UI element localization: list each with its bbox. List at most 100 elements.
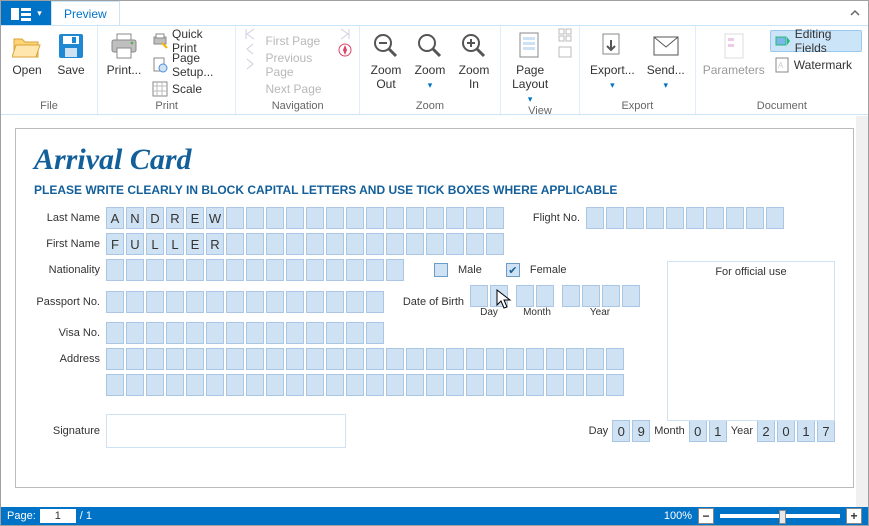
char-cell[interactable] <box>726 207 744 229</box>
export-button[interactable]: Export...▾ <box>586 28 639 92</box>
char-cell[interactable] <box>186 291 204 313</box>
char-cell[interactable] <box>286 374 304 396</box>
char-cell[interactable] <box>346 207 364 229</box>
char-cell[interactable] <box>346 259 364 281</box>
char-cell[interactable] <box>106 259 124 281</box>
field-nationality[interactable] <box>106 259 404 281</box>
char-cell[interactable] <box>466 233 484 255</box>
scale-button[interactable]: Scale <box>148 78 229 100</box>
char-cell[interactable] <box>426 374 444 396</box>
char-cell[interactable] <box>526 374 544 396</box>
char-cell[interactable] <box>326 291 344 313</box>
char-cell[interactable] <box>426 233 444 255</box>
char-cell[interactable] <box>386 207 404 229</box>
char-cell[interactable] <box>166 374 184 396</box>
zoom-minus-button[interactable]: − <box>698 508 714 524</box>
char-cell[interactable]: N <box>126 207 144 229</box>
char-cell[interactable]: U <box>126 233 144 255</box>
char-cell[interactable] <box>346 291 364 313</box>
char-cell[interactable] <box>606 348 624 370</box>
char-cell[interactable] <box>106 374 124 396</box>
char-cell[interactable] <box>326 259 344 281</box>
char-cell[interactable] <box>106 322 124 344</box>
char-cell[interactable] <box>286 233 304 255</box>
char-cell[interactable] <box>386 259 404 281</box>
char-cell[interactable] <box>346 233 364 255</box>
field-visa[interactable] <box>106 322 384 344</box>
char-cell[interactable] <box>366 259 384 281</box>
char-cell[interactable]: 7 <box>817 420 835 442</box>
char-cell[interactable] <box>246 374 264 396</box>
send-button[interactable]: Send...▾ <box>643 28 689 92</box>
char-cell[interactable] <box>486 207 504 229</box>
char-cell[interactable] <box>146 322 164 344</box>
char-cell[interactable] <box>266 348 284 370</box>
char-cell[interactable] <box>266 374 284 396</box>
char-cell[interactable] <box>506 374 524 396</box>
char-cell[interactable]: E <box>186 233 204 255</box>
char-cell[interactable] <box>406 348 424 370</box>
first-page-button[interactable]: First Page <box>262 30 334 52</box>
char-cell[interactable] <box>386 233 404 255</box>
char-cell[interactable] <box>686 207 704 229</box>
char-cell[interactable] <box>602 285 620 307</box>
char-cell[interactable] <box>186 374 204 396</box>
char-cell[interactable] <box>166 259 184 281</box>
char-cell[interactable] <box>506 348 524 370</box>
char-cell[interactable] <box>366 322 384 344</box>
char-cell[interactable] <box>466 374 484 396</box>
char-cell[interactable] <box>326 233 344 255</box>
page-setup-button[interactable]: Page Setup... <box>148 54 229 76</box>
prev-page-button[interactable]: Previous Page <box>262 54 334 76</box>
char-cell[interactable] <box>226 259 244 281</box>
view-extra-icon-2[interactable] <box>558 45 572 62</box>
char-cell[interactable] <box>586 348 604 370</box>
char-cell[interactable] <box>266 233 284 255</box>
char-cell[interactable] <box>266 322 284 344</box>
char-cell[interactable] <box>186 322 204 344</box>
char-cell[interactable] <box>546 348 564 370</box>
char-cell[interactable] <box>286 259 304 281</box>
char-cell[interactable] <box>646 207 664 229</box>
char-cell[interactable] <box>306 207 324 229</box>
zoom-button[interactable]: Zoom▾ <box>410 28 450 92</box>
char-cell[interactable] <box>666 207 684 229</box>
char-cell[interactable]: 0 <box>689 420 707 442</box>
char-cell[interactable] <box>366 207 384 229</box>
field-signature[interactable] <box>106 414 346 448</box>
zoom-out-button[interactable]: Zoom Out <box>366 28 406 92</box>
save-button[interactable]: Save <box>51 28 91 78</box>
char-cell[interactable] <box>166 291 184 313</box>
char-cell[interactable] <box>306 322 324 344</box>
zoom-slider[interactable] <box>720 514 840 518</box>
char-cell[interactable] <box>490 285 508 307</box>
watermark-button[interactable]: A Watermark <box>770 54 862 76</box>
char-cell[interactable] <box>606 207 624 229</box>
field-dob-day[interactable] <box>470 285 508 307</box>
char-cell[interactable] <box>126 291 144 313</box>
char-cell[interactable] <box>346 374 364 396</box>
char-cell[interactable] <box>306 374 324 396</box>
char-cell[interactable] <box>466 207 484 229</box>
char-cell[interactable] <box>206 259 224 281</box>
char-cell[interactable] <box>622 285 640 307</box>
print-button[interactable]: Print... <box>104 28 144 78</box>
char-cell[interactable] <box>266 259 284 281</box>
parameters-button[interactable]: Parameters <box>702 28 766 78</box>
char-cell[interactable]: D <box>146 207 164 229</box>
char-cell[interactable] <box>226 291 244 313</box>
char-cell[interactable] <box>306 233 324 255</box>
app-menu-button[interactable]: ▾ <box>1 1 51 25</box>
char-cell[interactable] <box>562 285 580 307</box>
editing-fields-button[interactable]: Editing Fields <box>770 30 862 52</box>
field-address-2[interactable] <box>106 374 624 396</box>
char-cell[interactable] <box>536 285 554 307</box>
field-date-month[interactable]: 01 <box>689 420 727 442</box>
next-page-button[interactable]: Next Page <box>262 78 334 100</box>
char-cell[interactable] <box>346 348 364 370</box>
field-flight[interactable] <box>586 207 784 229</box>
char-cell[interactable] <box>146 374 164 396</box>
char-cell[interactable]: 1 <box>709 420 727 442</box>
char-cell[interactable] <box>226 322 244 344</box>
char-cell[interactable]: 9 <box>632 420 650 442</box>
